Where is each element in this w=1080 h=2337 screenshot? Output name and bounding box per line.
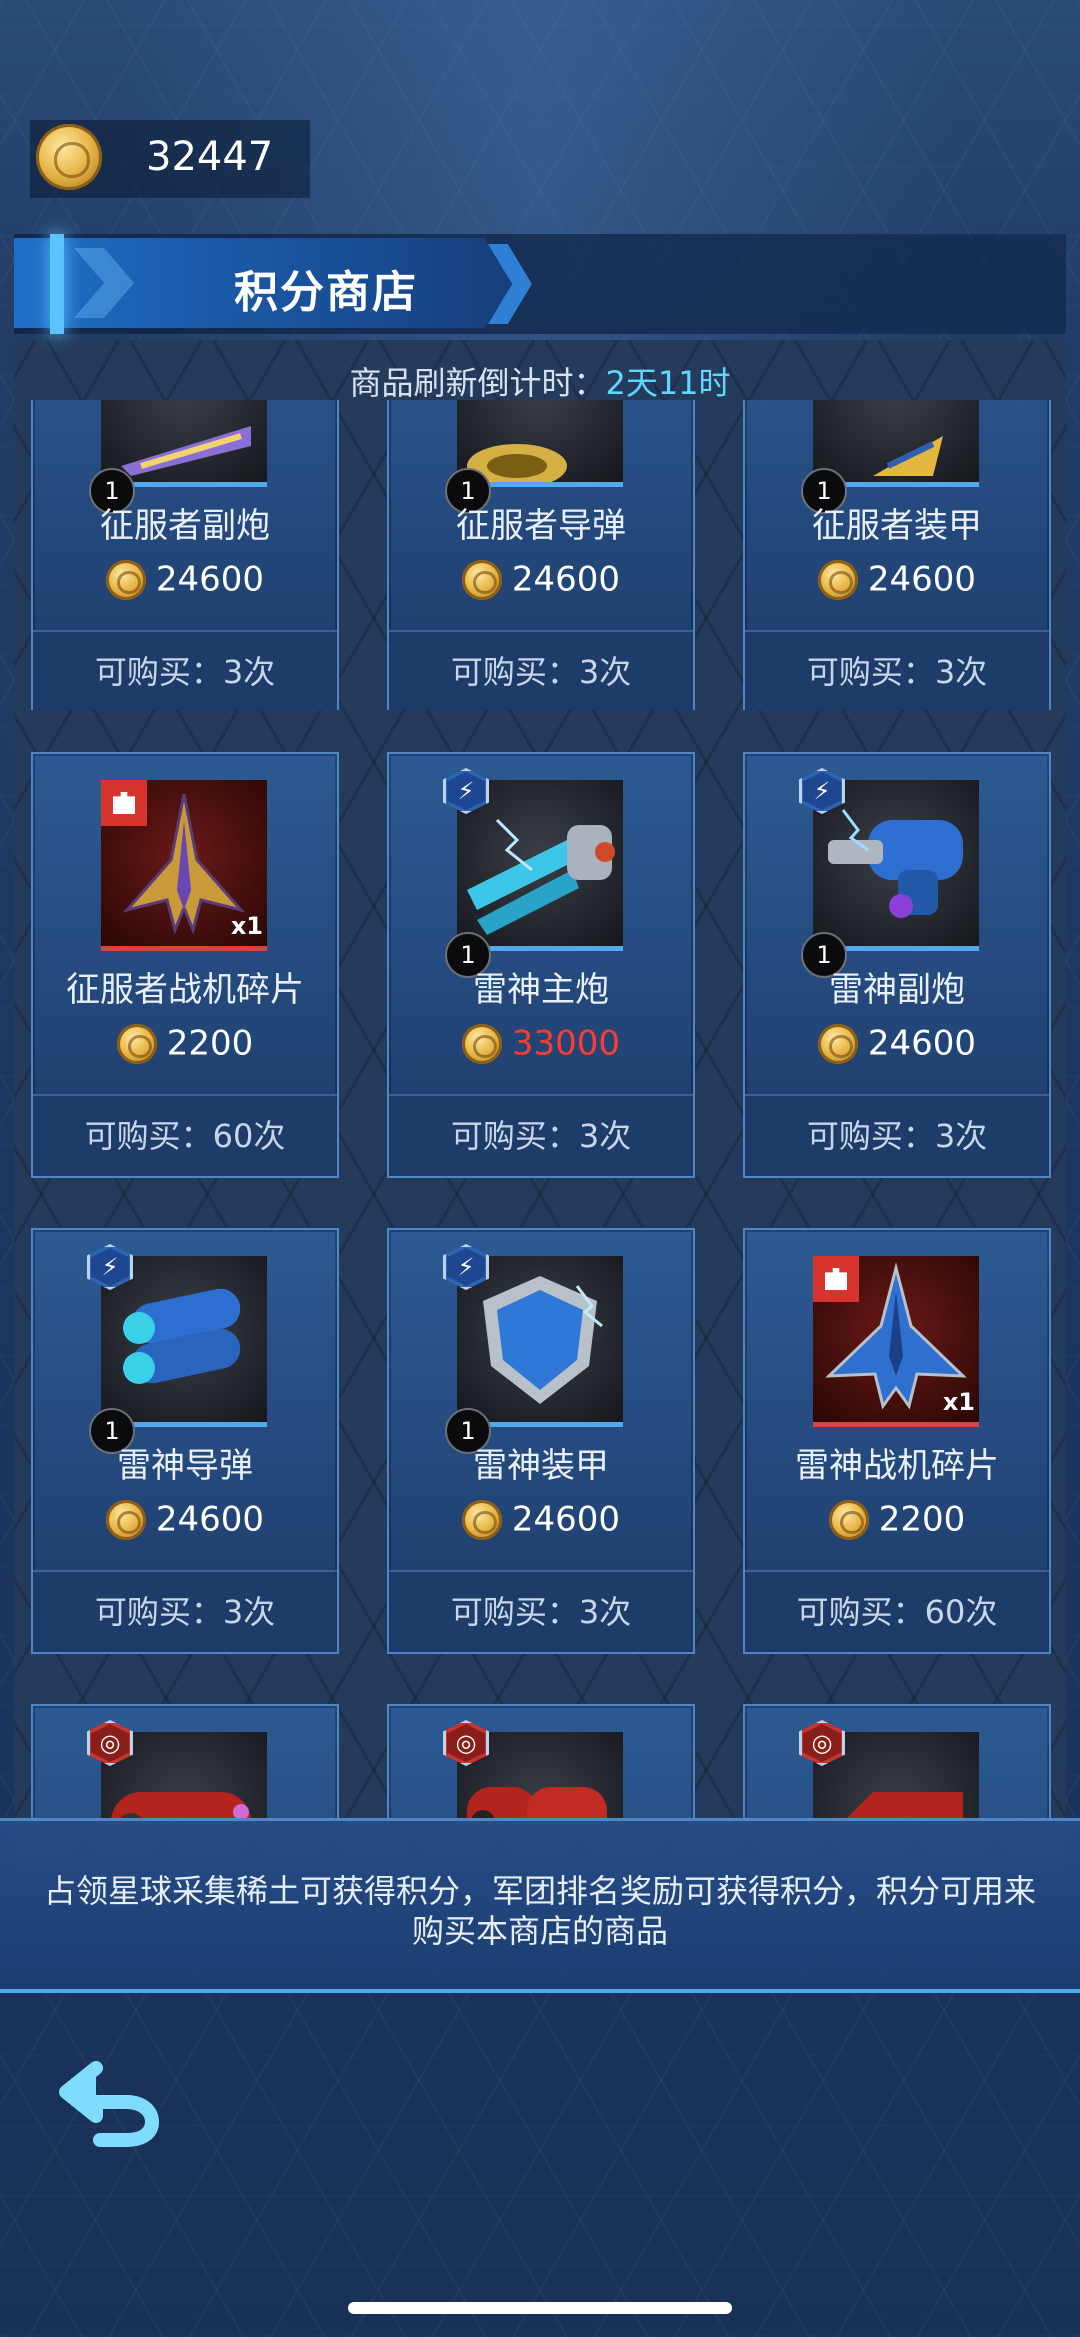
shop-item-card[interactable]: ◎ <box>387 1704 695 1818</box>
item-price: 24600 <box>389 558 693 604</box>
refresh-time: 2天11时 <box>605 364 731 402</box>
shop-item-card[interactable]: ⚡ 1 雷神导弹 24600 可购买：3次 <box>31 1228 339 1654</box>
refresh-label: 商品刷新倒计时： <box>349 364 606 402</box>
purchase-limit: 可购买：60次 <box>745 1570 1049 1652</box>
shop-item-card[interactable]: 1 征服者导弹 24600 可购买：3次 <box>387 400 695 710</box>
purchase-limit: 可购买：3次 <box>389 630 693 710</box>
conqueror-missile-icon <box>467 444 567 482</box>
purchase-limit: 可购买：3次 <box>389 1570 693 1652</box>
purchase-limit: 可购买：3次 <box>33 1570 337 1652</box>
back-arrow-icon <box>59 2061 159 2147</box>
item-price: 24600 <box>33 558 337 604</box>
coin-icon <box>817 559 858 600</box>
shop-item-card[interactable]: ⚡ 1 雷神主炮 33000 可购买：3次 <box>387 752 695 1178</box>
item-price: 2200 <box>33 1022 337 1068</box>
title-accent <box>50 234 64 334</box>
back-button[interactable] <box>56 2058 168 2150</box>
purchase-limit: 可购买：60次 <box>33 1094 337 1176</box>
refresh-countdown: 商品刷新倒计时：2天11时 <box>0 358 1080 404</box>
conqueror-armor-icon <box>873 436 943 476</box>
price-value: 24600 <box>867 559 977 600</box>
purchase-limit: 可购买：3次 <box>745 630 1049 710</box>
shop-item-card[interactable]: x1 雷神战机碎片 2200 可购买：60次 <box>743 1228 1051 1654</box>
coin-icon <box>461 1499 502 1540</box>
item-price: 33000 <box>389 1022 693 1068</box>
price-value: 24600 <box>867 1023 977 1064</box>
price-value: 2200 <box>166 1023 254 1064</box>
item-price: 2200 <box>745 1498 1049 1544</box>
coin-icon <box>461 559 502 600</box>
item-price: 24600 <box>33 1498 337 1544</box>
price-value: 2200 <box>878 1499 966 1540</box>
shop-item-card[interactable]: 1 征服者装甲 24600 可购买：3次 <box>743 400 1051 710</box>
item-name: 雷神导弹 <box>117 1446 253 1486</box>
coin-icon <box>461 1023 502 1064</box>
shop-item-card[interactable]: 1 征服者副炮 24600 可购买：3次 <box>31 400 339 710</box>
info-panel: 占领星球采集稀土可获得积分，军团排名奖励可获得积分，积分可用来购买本商店的商品 <box>0 1818 1080 1993</box>
purchase-limit: 可购买：3次 <box>745 1094 1049 1176</box>
coin-icon <box>105 559 146 600</box>
page-title: 积分商店 <box>234 267 418 318</box>
item-name: 征服者副炮 <box>100 506 270 546</box>
coin-icon <box>828 1499 869 1540</box>
price-value: 24600 <box>155 559 265 600</box>
currency-balance: 32447 <box>30 120 310 198</box>
coin-icon <box>116 1023 157 1064</box>
price-value: 33000 <box>511 1023 621 1064</box>
price-value: 24600 <box>511 1499 621 1540</box>
item-name: 征服者装甲 <box>812 506 982 546</box>
item-price: 24600 <box>389 1498 693 1544</box>
puzzle-piece-icon <box>101 780 147 826</box>
item-name: 雷神主炮 <box>473 970 609 1010</box>
item-quantity: x1 <box>230 912 263 940</box>
purchase-limit: 可购买：3次 <box>33 630 337 710</box>
title-bar: 积分商店 <box>14 234 1066 334</box>
item-name: 雷神战机碎片 <box>795 1446 999 1486</box>
info-text: 占领星球采集稀土可获得积分，军团排名奖励可获得积分，积分可用来购买本商店的商品 <box>43 1872 1036 1950</box>
shop-item-card[interactable]: ⚡ 1 雷神装甲 24600 可购买：3次 <box>387 1228 695 1654</box>
item-name: 雷神副炮 <box>829 970 965 1010</box>
shop-item-card[interactable]: ⚡ 1 雷神副炮 24600 可购买：3次 <box>743 752 1051 1178</box>
row-clip: ◎ ◎ ◎ <box>0 1700 1080 1818</box>
price-value: 24600 <box>511 559 621 600</box>
balance-amount: 32447 <box>146 134 274 180</box>
shop-item-card[interactable]: ◎ <box>31 1704 339 1818</box>
shop-item-card[interactable]: x1 征服者战机碎片 2200 可购买：60次 <box>31 752 339 1178</box>
conqueror-secondary-cannon-icon <box>121 426 251 476</box>
item-price: 24600 <box>745 558 1049 604</box>
item-price: 24600 <box>745 1022 1049 1068</box>
item-quantity: x1 <box>942 1388 975 1416</box>
coin-icon <box>105 1499 146 1540</box>
home-indicator[interactable] <box>348 2302 732 2314</box>
shop-item-card[interactable]: ◎ <box>743 1704 1051 1818</box>
row-clip: 1 征服者副炮 24600 可购买：3次 1 征服者导弹 24600 可购买：3… <box>0 400 1080 710</box>
purchase-limit: 可购买：3次 <box>389 1094 693 1176</box>
item-name: 雷神装甲 <box>473 1446 609 1486</box>
coin-icon <box>36 124 102 190</box>
item-name: 征服者战机碎片 <box>66 970 304 1010</box>
coin-icon <box>817 1023 858 1064</box>
price-value: 24600 <box>155 1499 265 1540</box>
item-name: 征服者导弹 <box>456 506 626 546</box>
puzzle-piece-icon <box>813 1256 859 1302</box>
